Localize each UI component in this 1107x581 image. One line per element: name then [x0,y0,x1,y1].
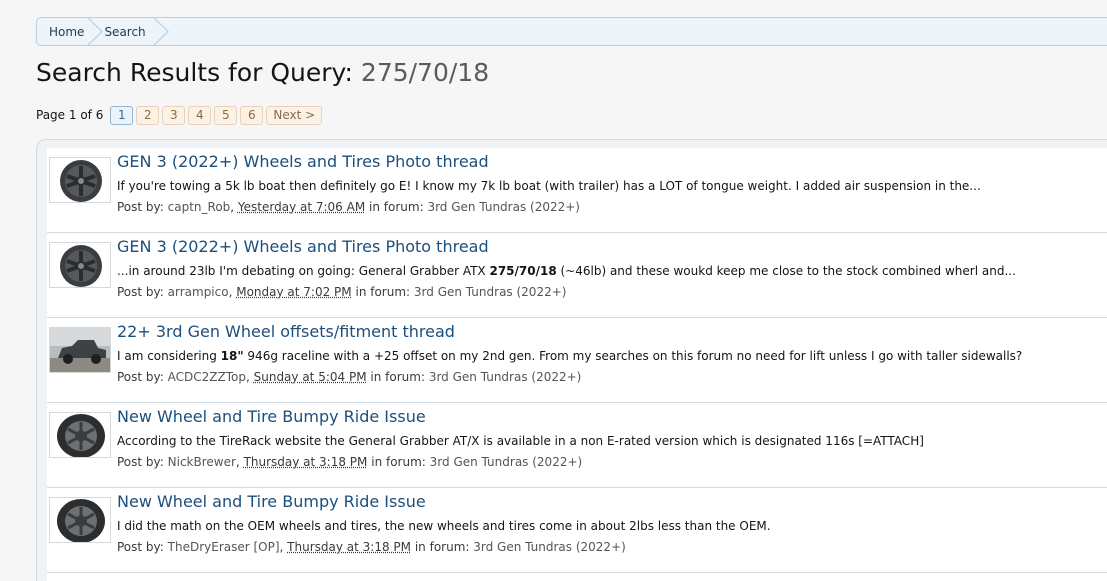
thread-thumbnail[interactable] [49,242,111,288]
result-title[interactable]: GEN 3 (2022+) Wheels and Tires Photo thr… [117,237,489,256]
dark-wheel-icon [50,243,111,288]
page-link-4[interactable]: 4 [188,106,211,125]
breadcrumb-search[interactable]: Search [104,18,169,45]
search-result: New Wheel and Tire Bumpy Ride Issue I di… [47,488,1107,573]
result-snippet: I did the math on the OEM wheels and tir… [117,519,771,533]
result-snippet: If you're towing a 5k lb boat then defin… [117,179,981,193]
thread-thumbnail[interactable] [49,497,111,543]
post-date[interactable]: Sunday at 5:04 PM [254,370,367,384]
snippet-text: ...in around 23lb I'm debating on going:… [117,264,489,278]
result-title[interactable]: GEN 3 (2022+) Wheels and Tires Photo thr… [117,152,489,171]
post-date[interactable]: Monday at 7:02 PM [236,285,351,299]
snippet-text: 946g raceline with a +25 offset on my 2n… [244,349,1023,363]
page-info: Page 1 of 6 [36,108,103,122]
result-meta: Post by: ACDC2ZZTop, Sunday at 5:04 PM i… [117,370,581,384]
search-result: New Wheel and Tire Bumpy Ride Issue Acco… [47,403,1107,488]
meta-label: Post by: [117,200,164,214]
breadcrumb: Home Search [36,17,1107,46]
post-date[interactable]: Thursday at 3:18 PM [287,540,411,554]
tire-wheel-icon [50,413,111,458]
author-link[interactable]: TheDryEraser [OP] [168,540,280,554]
page-link-6[interactable]: 6 [240,106,263,125]
breadcrumb-home[interactable]: Home [37,18,104,45]
meta-label: Post by: [117,370,164,384]
next-page-link[interactable]: Next > [266,106,322,125]
snippet-text: I am considering [117,349,221,363]
forum-link[interactable]: 3rd Gen Tundras (2022+) [430,455,583,469]
post-date[interactable]: Thursday at 3:18 PM [244,455,368,469]
breadcrumb-separator-icon [88,18,104,45]
thread-thumbnail[interactable] [49,327,111,373]
result-meta: Post by: captn_Rob, Yesterday at 7:06 AM… [117,200,580,214]
result-meta: Post by: NickBrewer, Thursday at 3:18 PM… [117,455,582,469]
snippet-highlight: 18" [221,349,244,363]
search-result: 22+ 3rd Gen Wheel offsets/fitment thread… [47,318,1107,403]
result-snippet: ...in around 23lb I'm debating on going:… [117,264,1016,278]
snippet-text: According to the TireRack website the Ge… [117,434,924,448]
page-title-prefix: Search Results for Query: [36,58,353,87]
thread-thumbnail[interactable] [49,412,111,458]
author-link[interactable]: NickBrewer [168,455,236,469]
search-results: GEN 3 (2022+) Wheels and Tires Photo thr… [36,139,1107,581]
breadcrumb-home-label: Home [49,25,84,39]
search-results-list: GEN 3 (2022+) Wheels and Tires Photo thr… [47,148,1107,581]
author-link[interactable]: arrampico [168,285,229,299]
result-title[interactable]: 22+ 3rd Gen Wheel offsets/fitment thread [117,322,455,341]
forum-label: in forum: [355,285,410,299]
forum-label: in forum: [370,370,425,384]
meta-label: Post by: [117,540,164,554]
forum-link[interactable]: 3rd Gen Tundras (2022+) [414,285,567,299]
forum-link[interactable]: 3rd Gen Tundras (2022+) [473,540,626,554]
author-link[interactable]: ACDC2ZZTop [168,370,246,384]
forum-link[interactable]: 3rd Gen Tundras (2022+) [429,370,582,384]
post-date[interactable]: Yesterday at 7:06 AM [238,200,365,214]
page-link-5[interactable]: 5 [214,106,237,125]
truck-photo-icon [50,328,111,373]
dark-wheel-icon [50,158,111,203]
tire-wheel-icon [50,498,111,543]
snippet-text: If you're towing a 5k lb boat then defin… [117,179,981,193]
page-title-query: 275/70/18 [361,58,489,87]
page-title: Search Results for Query: 275/70/18 [36,58,489,87]
forum-label: in forum: [369,200,424,214]
snippet-text: I did the math on the OEM wheels and tir… [117,519,771,533]
page-link-1[interactable]: 1 [110,106,133,125]
breadcrumb-search-label: Search [104,25,145,39]
result-title[interactable]: New Wheel and Tire Bumpy Ride Issue [117,407,426,426]
page-link-3[interactable]: 3 [162,106,185,125]
forum-link[interactable]: 3rd Gen Tundras (2022+) [427,200,580,214]
breadcrumb-separator-icon [154,18,170,45]
meta-label: Post by: [117,285,164,299]
snippet-text: (~46lb) and these woukd keep me close to… [557,264,1016,278]
author-link[interactable]: captn_Rob [168,200,231,214]
snippet-highlight: 275/70/18 [489,264,556,278]
meta-label: Post by: [117,455,164,469]
search-result: GEN 3 (2022+) Wheels and Tires Photo thr… [47,233,1107,318]
result-meta: Post by: arrampico, Monday at 7:02 PM in… [117,285,566,299]
result-title[interactable]: New Wheel and Tire Bumpy Ride Issue [117,492,426,511]
result-snippet: I am considering 18" 946g raceline with … [117,349,1022,363]
search-result: GEN 3 (2022+) Wheels and Tires Photo thr… [47,148,1107,233]
thread-thumbnail[interactable] [49,157,111,203]
page-link-2[interactable]: 2 [136,106,159,125]
result-meta: Post by: TheDryEraser [OP], Thursday at … [117,540,626,554]
pagination: Page 1 of 6 1 2 3 4 5 6 Next > [36,105,322,125]
forum-label: in forum: [415,540,470,554]
result-snippet: According to the TireRack website the Ge… [117,434,924,448]
forum-label: in forum: [371,455,426,469]
